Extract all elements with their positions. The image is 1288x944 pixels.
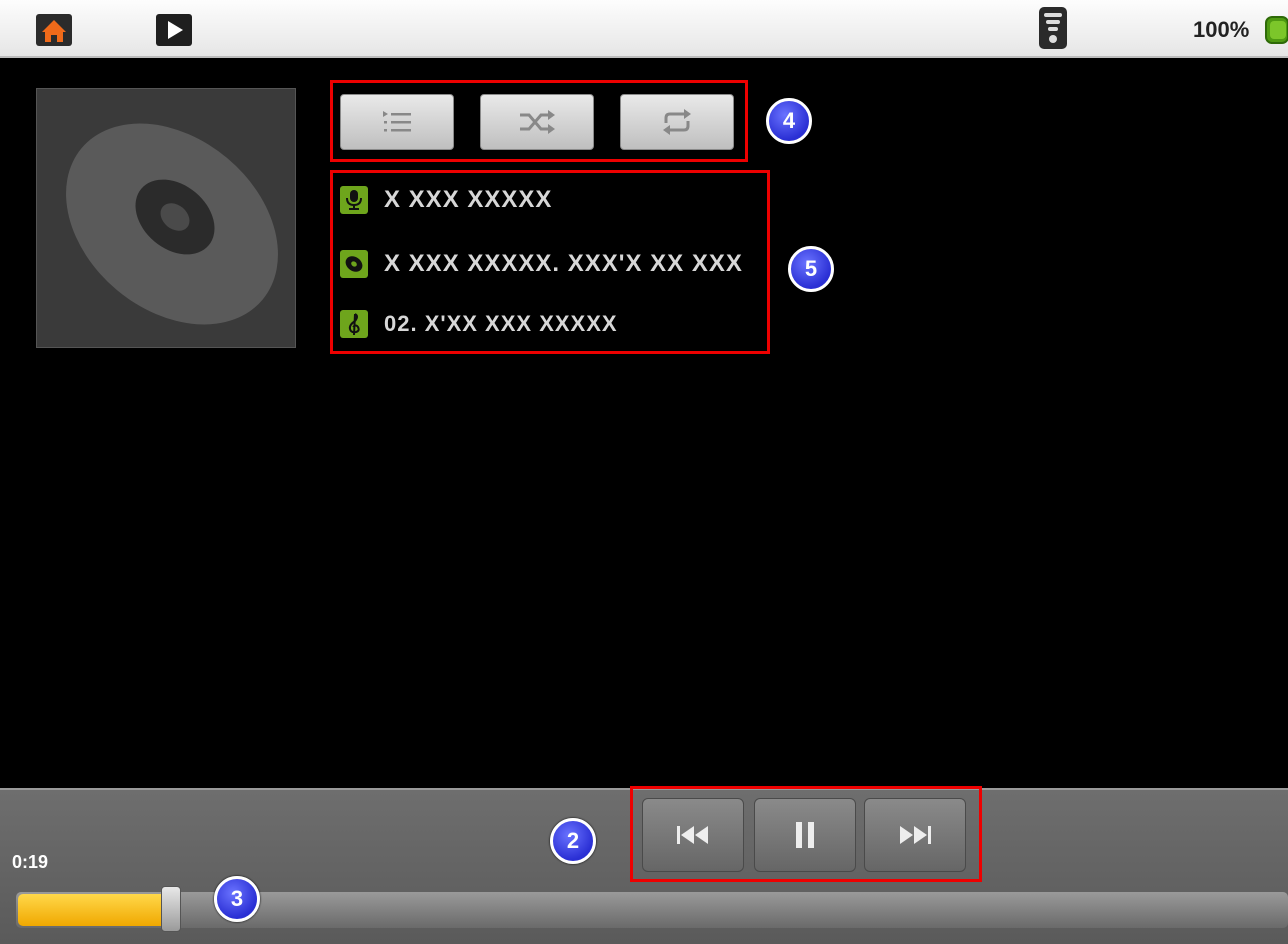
home-icon[interactable] xyxy=(34,12,74,48)
disc-icon xyxy=(66,123,278,325)
callout-badge-3: 3 xyxy=(214,876,260,922)
pause-icon xyxy=(796,822,814,848)
next-button[interactable] xyxy=(864,798,966,872)
album-art xyxy=(36,88,296,348)
battery-percentage: 100% xyxy=(1193,17,1250,42)
repeat-button[interactable] xyxy=(620,94,734,150)
playlist-button[interactable] xyxy=(340,94,454,150)
track-row: 02. X'XX XXX XXXXX xyxy=(340,308,618,340)
treble-clef-icon xyxy=(340,310,368,338)
next-icon xyxy=(900,826,931,844)
artist-row: X XXX XXXXX xyxy=(340,184,552,216)
callout-badge-5: 5 xyxy=(788,246,834,292)
artist-name: X XXX XXXXX xyxy=(384,186,553,213)
album-disc-icon xyxy=(340,250,368,278)
elapsed-time: 0:19 xyxy=(12,852,49,872)
previous-button[interactable] xyxy=(642,798,744,872)
playlist-icon xyxy=(383,111,411,132)
album-name: X XXX XXXXX. XXX'X XX XXX xyxy=(384,250,743,277)
status-bar: 100% xyxy=(0,0,1288,58)
shuffle-button[interactable] xyxy=(480,94,594,150)
callout-badge-2: 2 xyxy=(550,818,596,864)
repeat-icon xyxy=(663,109,691,135)
previous-icon xyxy=(677,826,708,844)
microphone-icon xyxy=(340,186,368,214)
wifi-signal-icon xyxy=(1038,6,1068,50)
battery-icon xyxy=(1262,14,1288,46)
album-row: X XXX XXXXX. XXX'X XX XXX xyxy=(340,248,743,280)
pause-button[interactable] xyxy=(754,798,856,872)
callout-badge-4: 4 xyxy=(766,98,812,144)
play-icon[interactable] xyxy=(154,12,194,48)
seek-bar-thumb[interactable] xyxy=(161,886,181,932)
shuffle-icon xyxy=(520,110,555,134)
seek-bar-progress xyxy=(18,894,161,926)
track-title: 02. X'XX XXX XXXXX xyxy=(384,311,618,336)
seek-bar[interactable] xyxy=(16,892,1288,928)
